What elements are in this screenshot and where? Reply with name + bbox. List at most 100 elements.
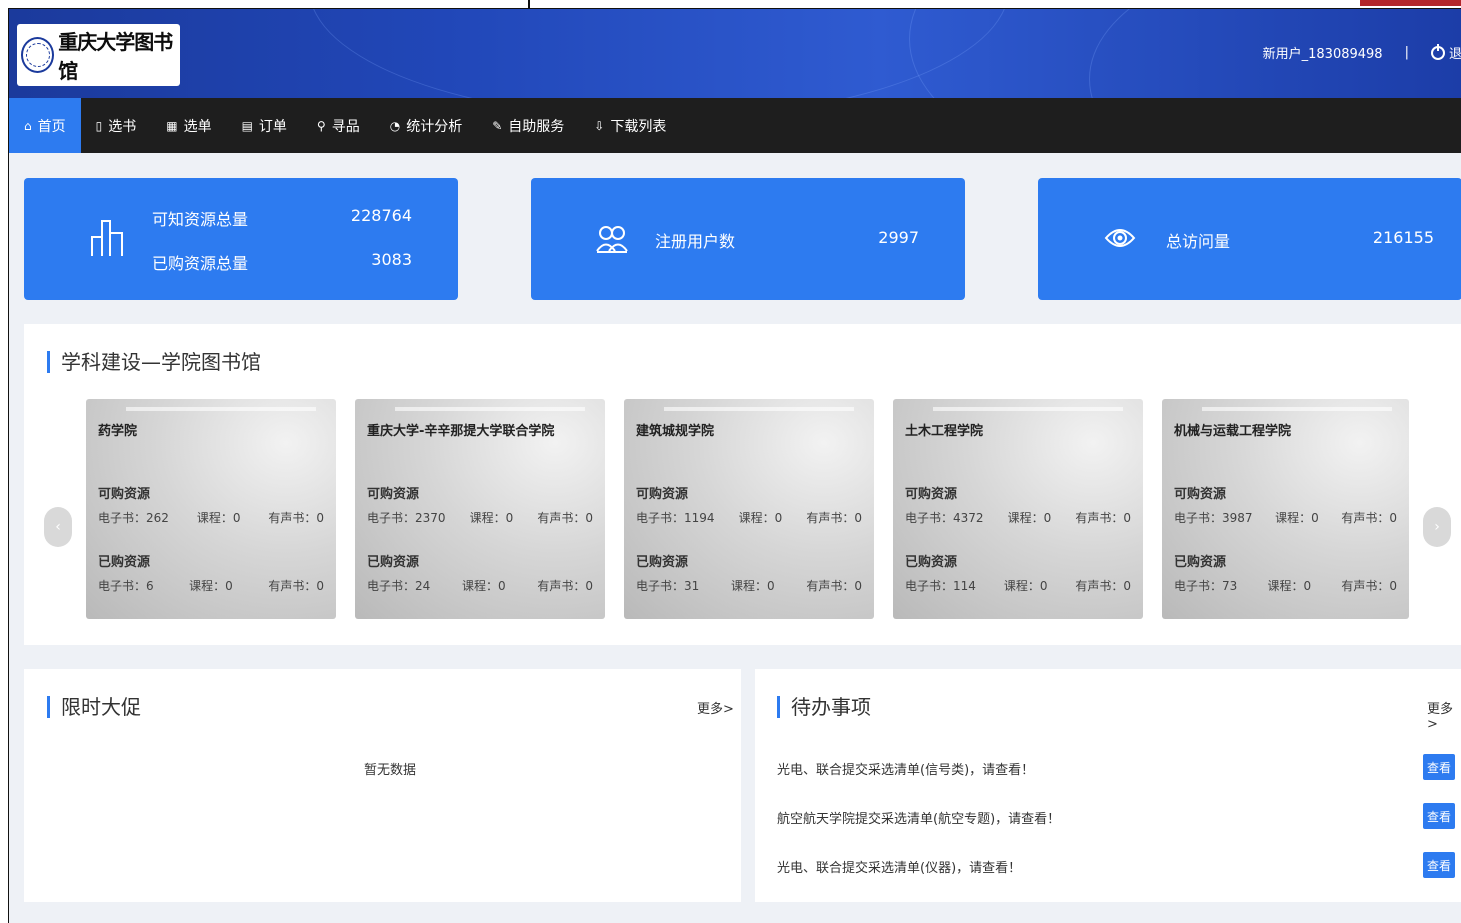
ceiling-lamp (395, 407, 585, 411)
nav-label: 首页 (37, 118, 66, 135)
visits-value: 216155 (1372, 228, 1434, 247)
nav-label: 下载列表 (610, 118, 667, 135)
logout-button[interactable]: 退 (1430, 43, 1461, 62)
todo-item[interactable]: 光电、联合提交采选清单(仪器)，请查看！ (777, 857, 1021, 876)
resource-count: 电子书：262 (98, 511, 169, 525)
book-icon: ▯ (95, 118, 103, 133)
users-label: 注册用户数 (655, 232, 736, 251)
resources-stat-card: 可知资源总量 228764 已购资源总量 3083 (24, 178, 458, 300)
college-card[interactable]: 药学院 可购资源 电子书：262 课程：0 有声书：0 已购资源 电子书：6 课程：0 有声书：… (86, 399, 336, 619)
app-window: 重庆大学图书馆 新用户_183089498 | 退 ⌂ 首页 ▯ 选书 ▦ 选单 ▤ 订单 ⚲ 寻… (8, 8, 1461, 923)
promo-more-link[interactable]: 更多> (697, 698, 734, 717)
college-card[interactable]: 土木工程学院 可购资源 电子书：4372 课程：0 有声书：0 已购资源 电子书：114 课程… (893, 399, 1143, 619)
college-name: 重庆大学-辛辛那提大学联合学院 (367, 424, 555, 439)
resource-count: 课程：0 (189, 579, 233, 593)
promo-empty-text: 暂无数据 (364, 763, 417, 778)
colleges-section-title: 学科建设—学院图书馆 (47, 351, 261, 373)
purchased-resources-line: 电子书：24 课程：0 有声书：0 (367, 577, 593, 594)
nav-label: 选单 (183, 118, 212, 135)
view-button[interactable]: 查看 (1423, 803, 1455, 829)
resource-count: 有声书：0 (1075, 511, 1131, 525)
todo-item[interactable]: 光电、联合提交采选清单(信号类)，请查看！ (777, 759, 1034, 778)
resource-count: 电子书：3987 (1174, 511, 1253, 525)
users-icon (596, 226, 628, 253)
university-seal-icon (21, 37, 55, 73)
available-resources-label: 可购资源 (905, 487, 958, 502)
nav-label: 寻品 (331, 118, 360, 135)
resource-count: 电子书：2370 (367, 511, 446, 525)
resource-count: 有声书：0 (268, 579, 324, 593)
logout-label: 退 (1448, 47, 1461, 62)
college-name: 机械与运载工程学院 (1174, 424, 1292, 439)
purchased-value: 3083 (371, 250, 412, 269)
outer-divider (528, 0, 530, 8)
nav-item-0[interactable]: ⌂ 首页 (9, 98, 81, 153)
resource-count: 课程：0 (469, 511, 514, 525)
purchased-resources-label: 已购资源 (636, 555, 689, 570)
college-card[interactable]: 建筑城规学院 可购资源 电子书：1194 课程：0 有声书：0 已购资源 电子书：31 课程：… (624, 399, 874, 619)
nav-item-7[interactable]: ⇩ 下载列表 (579, 98, 681, 153)
resources-value: 228764 (350, 206, 412, 225)
view-button[interactable]: 查看 (1423, 852, 1455, 878)
search-icon: ⚲ (316, 118, 326, 133)
nav-item-5[interactable]: ◔ 统计分析 (375, 98, 477, 153)
available-resources-line: 电子书：1194 课程：0 有声书：0 (636, 509, 862, 526)
user-separator: | (1404, 45, 1409, 60)
visits-label: 总访问量 (1166, 232, 1231, 251)
promo-title: 限时大促 (47, 696, 141, 718)
resource-count: 有声书：0 (537, 511, 593, 525)
available-resources-line: 电子书：3987 课程：0 有声书：0 (1174, 509, 1397, 526)
resource-count: 电子书：6 (98, 579, 154, 593)
purchased-resources-label: 已购资源 (367, 555, 420, 570)
ceiling-lamp (664, 407, 854, 411)
resource-count: 有声书：0 (1075, 579, 1131, 593)
main-nav: ⌂ 首页 ▯ 选书 ▦ 选单 ▤ 订单 ⚲ 寻品 ◔ 统计分析 ✎ 自助服务 ⇩ 下载列表 (9, 98, 1461, 153)
user-name[interactable]: 新用户_183089498 (1263, 43, 1383, 62)
nav-label: 自助服务 (508, 118, 565, 135)
nav-item-6[interactable]: ✎ 自助服务 (477, 98, 579, 153)
college-card[interactable]: 重庆大学-辛辛那提大学联合学院 可购资源电子书：2370 课程：0 有声书：0 已购资源… (355, 399, 605, 619)
resource-count: 有声书：0 (537, 579, 593, 593)
resource-count: 有声书：0 (806, 579, 862, 593)
view-button[interactable]: 查看 (1423, 754, 1455, 780)
eye-icon (1104, 229, 1136, 247)
user-area: 新用户_183089498 | 退 (1263, 43, 1461, 62)
todo-more-link[interactable]: 更多> (1427, 698, 1461, 732)
download-icon: ⇩ (594, 118, 605, 133)
available-resources-label: 可购资源 (1174, 487, 1227, 502)
users-value: 2997 (878, 228, 919, 247)
todo-title: 待办事项 (777, 696, 871, 718)
resource-count: 有声书：0 (1341, 511, 1397, 525)
available-resources-label: 可购资源 (367, 487, 420, 502)
nav-item-4[interactable]: ⚲ 寻品 (302, 98, 375, 153)
resource-count: 有声书：0 (268, 511, 324, 525)
resource-count: 课程：0 (1007, 511, 1052, 525)
resource-count: 电子书：1194 (636, 511, 715, 525)
nav-item-3[interactable]: ▤ 订单 (227, 98, 302, 153)
purchased-resources-line: 电子书：73 课程：0 有声书：0 (1174, 577, 1397, 594)
resource-count: 课程：0 (1267, 579, 1312, 593)
carousel-next-button[interactable]: › (1423, 507, 1451, 547)
purchased-resources-line: 电子书：31 课程：0 有声书：0 (636, 577, 862, 594)
resource-count: 电子书：73 (1174, 579, 1238, 593)
todo-item[interactable]: 航空航天学院提交采选清单(航空专题)，请查看！ (777, 808, 1060, 827)
resource-count: 课程：0 (196, 511, 241, 525)
grid-icon: ▦ (166, 118, 178, 133)
available-resources-line: 电子书：4372 课程：0 有声书：0 (905, 509, 1131, 526)
purchased-label: 已购资源总量 (152, 254, 249, 273)
nav-item-1[interactable]: ▯ 选书 (81, 98, 152, 153)
nav-label: 订单 (258, 118, 287, 135)
purchased-resources-line: 电子书：114 课程：0 有声书：0 (905, 577, 1131, 594)
nav-item-2[interactable]: ▦ 选单 (151, 98, 226, 153)
power-icon (1430, 43, 1445, 60)
ceiling-lamp (1202, 407, 1392, 411)
college-name: 药学院 (98, 424, 138, 439)
carousel-prev-button[interactable]: ‹ (44, 507, 72, 547)
outer-top-strip (0, 0, 1461, 8)
home-icon: ⌂ (24, 118, 32, 133)
outer-red-tab (1360, 0, 1461, 6)
college-card[interactable]: 机械与运载工程学院 可购资源 电子书：3987 课程：0 有声书：0 已购资源 电子书：73… (1162, 399, 1409, 619)
resources-label: 可知资源总量 (152, 210, 249, 229)
ceiling-lamp (126, 407, 316, 411)
library-logo[interactable]: 重庆大学图书馆 (17, 24, 180, 86)
